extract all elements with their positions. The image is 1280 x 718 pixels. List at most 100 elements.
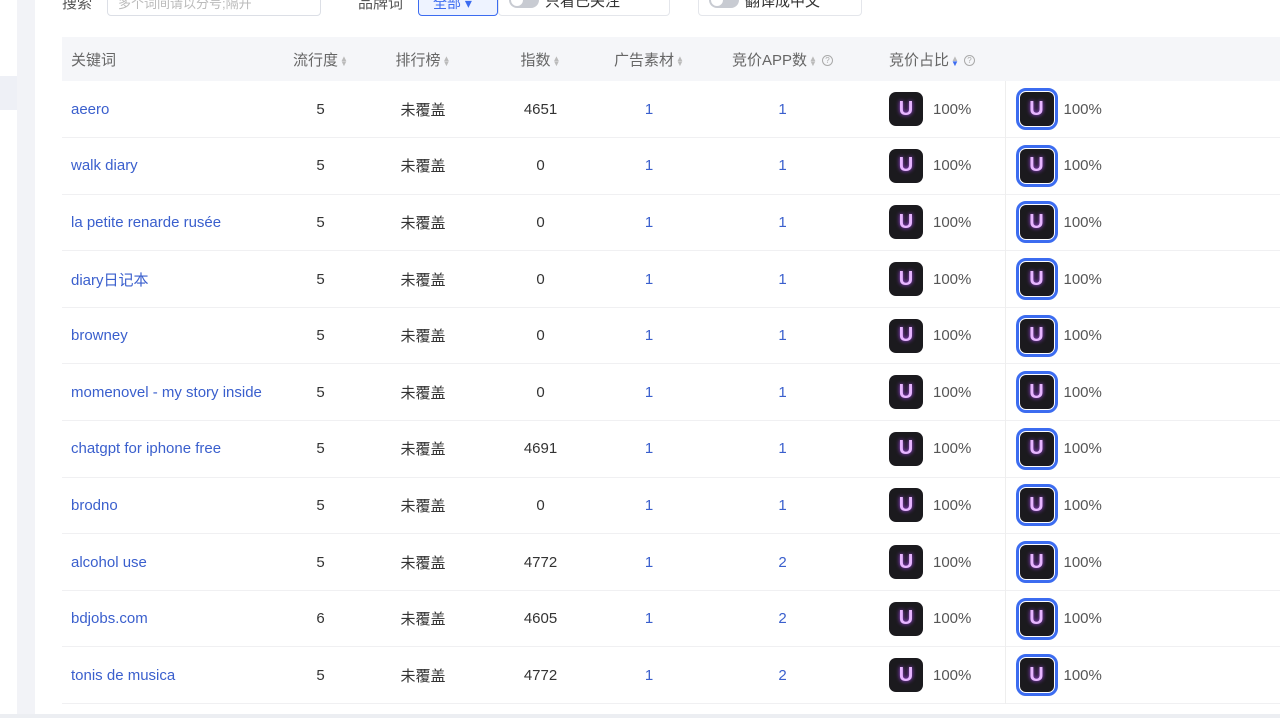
table-row: chatgpt for iphone free 5 未覆盖 4691 1 1 U… [62, 421, 1280, 478]
bid-apps-link[interactable]: 1 [690, 251, 875, 308]
app-icon-selected[interactable]: U [1020, 488, 1054, 522]
app-icon[interactable]: U [889, 205, 923, 239]
app-icon-selected[interactable]: U [1020, 602, 1054, 636]
bid-ratio-cell: U100% [875, 364, 1005, 421]
bid-apps-link[interactable]: 1 [690, 477, 875, 534]
bid-ratio-cell-2: U 100% [1005, 138, 1280, 195]
ad-material-link[interactable]: 1 [608, 590, 690, 647]
table-row: momenovel - my story inside 5 未覆盖 0 1 1 … [62, 364, 1280, 421]
ranking-value: 未覆盖 [373, 421, 473, 478]
bid-ratio-value: 100% [1064, 610, 1102, 627]
col-bid-ratio[interactable]: 竞价占比▲▼? [875, 37, 1005, 81]
brand-select[interactable]: 全部 ▾ [418, 0, 498, 16]
col-ranking[interactable]: 排行榜▲▼ [373, 37, 473, 81]
app-icon[interactable]: U [889, 658, 923, 692]
index-value: 0 [473, 477, 608, 534]
col-ad-material[interactable]: 广告素材▲▼ [608, 37, 690, 81]
app-icon-selected[interactable]: U [1020, 545, 1054, 579]
table-row: bdjobs.com 6 未覆盖 4605 1 2 U100% U100% [62, 590, 1280, 647]
bid-apps-link[interactable]: 1 [690, 81, 875, 138]
app-icon[interactable]: U [889, 432, 923, 466]
col-popularity[interactable]: 流行度▲▼ [268, 37, 373, 81]
bid-apps-link[interactable]: 2 [690, 534, 875, 591]
ranking-value: 未覆盖 [373, 534, 473, 591]
keyword-link[interactable]: aeero [62, 81, 268, 138]
app-icon[interactable]: U [889, 149, 923, 183]
ad-material-link[interactable]: 1 [608, 251, 690, 308]
index-value: 4651 [473, 81, 608, 138]
bid-apps-link[interactable]: 1 [690, 421, 875, 478]
app-icon-selected[interactable]: U [1020, 658, 1054, 692]
app-icon-selected[interactable]: U [1020, 319, 1054, 353]
bid-apps-link[interactable]: 1 [690, 194, 875, 251]
bid-apps-link[interactable]: 2 [690, 590, 875, 647]
ad-material-link[interactable]: 1 [608, 477, 690, 534]
bid-apps-link[interactable]: 1 [690, 364, 875, 421]
table-row: aeero 5 未覆盖 4651 1 1 U100% U100% [62, 81, 1280, 138]
bid-ratio-cell-2: U100% [1005, 647, 1280, 704]
app-icon-selected[interactable]: U [1020, 149, 1054, 183]
app-icon[interactable]: U [889, 92, 923, 126]
ad-material-link[interactable]: 1 [608, 81, 690, 138]
bid-ratio-cell-2: U100% [1005, 251, 1280, 308]
bid-ratio-value: 100% [1064, 157, 1102, 174]
bid-apps-link[interactable]: 1 [690, 138, 875, 195]
search-input[interactable]: 多个词间请以分号;隔开 [107, 0, 321, 16]
keyword-link[interactable]: la petite renarde rusée [62, 194, 268, 251]
ranking-value: 未覆盖 [373, 81, 473, 138]
col-bid-apps[interactable]: 竞价APP数▲▼? [690, 37, 875, 81]
keyword-link[interactable]: alcohol use [62, 534, 268, 591]
app-icon[interactable]: U [889, 602, 923, 636]
keyword-link[interactable]: bdjobs.com [62, 590, 268, 647]
app-icon[interactable]: U [889, 319, 923, 353]
bid-ratio-cell: U100% [875, 307, 1005, 364]
app-icon-selected[interactable]: U [1020, 262, 1054, 296]
keyword-link[interactable]: walk diary [62, 138, 268, 195]
translate-toggle-label: 翻译成中文 [745, 0, 820, 11]
bid-ratio-cell-2: U 100% [1005, 590, 1280, 647]
keyword-link[interactable]: diary日记本 [62, 251, 268, 308]
bid-ratio-value: 100% [1064, 384, 1102, 401]
ad-material-link[interactable]: 1 [608, 138, 690, 195]
keyword-link[interactable]: chatgpt for iphone free [62, 421, 268, 478]
translate-toggle[interactable]: 翻译成中文 [698, 0, 862, 16]
app-icon[interactable]: U [889, 375, 923, 409]
app-icon[interactable]: U [889, 545, 923, 579]
search-label: 搜索 [62, 0, 92, 13]
sort-icon: ▲▼ [443, 56, 451, 66]
ad-material-link[interactable]: 1 [608, 534, 690, 591]
bid-ratio-cell-2: U 100% [1005, 307, 1280, 364]
bid-apps-link[interactable]: 1 [690, 307, 875, 364]
keyword-link[interactable]: browney [62, 307, 268, 364]
index-value: 0 [473, 307, 608, 364]
app-icon[interactable]: U [889, 262, 923, 296]
ad-material-link[interactable]: 1 [608, 364, 690, 421]
app-icon-selected[interactable]: U [1020, 205, 1054, 239]
bid-ratio-value: 100% [1064, 327, 1102, 344]
app-icon-selected[interactable]: U [1020, 375, 1054, 409]
ad-material-link[interactable]: 1 [608, 647, 690, 704]
keyword-link[interactable]: tonis de musica [62, 647, 268, 704]
bid-ratio-value: 100% [933, 101, 971, 118]
follow-toggle[interactable]: 只看已关注 [498, 0, 670, 16]
sort-icon: ▲▼ [340, 56, 348, 66]
ad-material-link[interactable]: 1 [608, 307, 690, 364]
help-icon[interactable]: ? [964, 55, 975, 66]
bid-apps-link[interactable]: 2 [690, 647, 875, 704]
app-icon[interactable]: U [889, 488, 923, 522]
bid-ratio-value: 100% [933, 667, 971, 684]
bid-ratio-cell-2: U100% [1005, 534, 1280, 591]
ad-material-link[interactable]: 1 [608, 421, 690, 478]
bottom-scrollbar[interactable] [0, 714, 1280, 718]
help-icon[interactable]: ? [822, 55, 833, 66]
ad-material-link[interactable]: 1 [608, 194, 690, 251]
sidebar-selected-item[interactable] [0, 76, 17, 110]
app-icon-selected[interactable]: U [1020, 92, 1054, 126]
table-row: la petite renarde rusée 5 未覆盖 0 1 1 U100… [62, 194, 1280, 251]
col-index[interactable]: 指数▲▼ [473, 37, 608, 81]
keyword-link[interactable]: momenovel - my story inside [62, 364, 268, 421]
bid-ratio-cell-2: U100% [1005, 81, 1280, 138]
keyword-link[interactable]: brodno [62, 477, 268, 534]
ranking-value: 未覆盖 [373, 477, 473, 534]
app-icon-selected[interactable]: U [1020, 432, 1054, 466]
